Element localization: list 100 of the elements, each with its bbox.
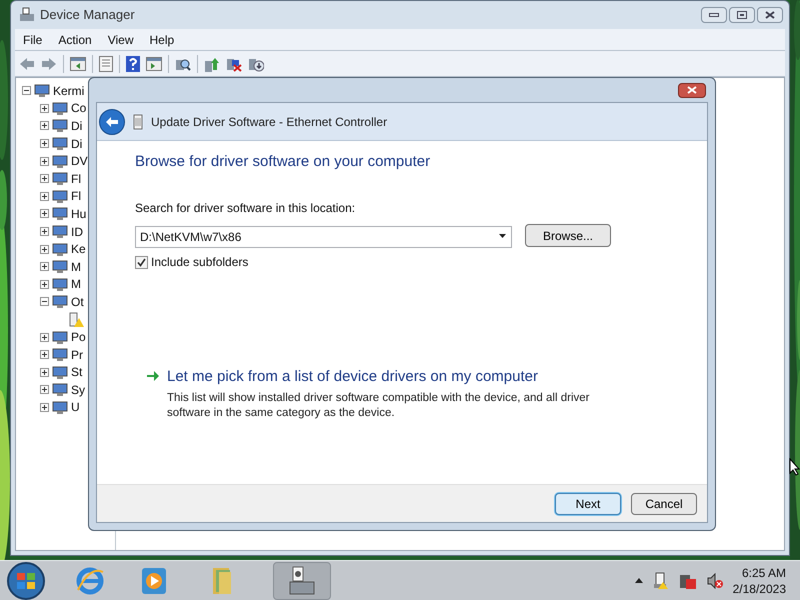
checkbox[interactable] [135,256,148,268]
update-icon[interactable] [204,56,220,72]
expand-icon[interactable] [40,350,49,360]
expand-icon[interactable] [40,104,49,113]
minimize-button[interactable] [701,7,727,23]
expand-icon[interactable] [40,244,49,254]
speaker-muted-icon[interactable] [706,572,723,588]
clock-time[interactable]: 6:25 AM [742,564,786,580]
tree-item[interactable]: U [71,398,80,416]
tree-item[interactable]: St [71,363,82,382]
show-hidden-icon[interactable] [634,578,643,583]
device-icon [52,188,68,204]
device-icon [52,294,68,310]
browse-button[interactable]: Browse... [525,224,611,247]
menu-item[interactable]: Help [142,30,182,48]
tree-item[interactable]: M [71,275,81,294]
dialog-button[interactable]: Next [555,492,621,514]
back-icon [105,116,119,128]
pane-icon[interactable] [146,56,162,70]
properties-icon[interactable] [99,56,113,72]
expand-icon[interactable] [40,156,49,166]
expand-icon[interactable] [40,332,49,342]
expand-icon[interactable] [40,209,49,218]
pick-driver-link[interactable]: Let me pick from a list of device drivers on my computer [167,366,617,388]
expand-icon[interactable] [40,174,49,184]
location-label: Search for driver software in this location: [135,200,356,217]
back-icon[interactable] [19,56,35,70]
media-player-icon[interactable] [141,566,167,594]
help-icon[interactable] [126,56,140,72]
tree-item[interactable]: Pr [71,346,83,364]
device-icon [52,259,68,274]
device-icon [52,242,68,257]
close-button[interactable] [678,82,706,98]
maximize-button[interactable] [729,7,755,23]
tree-item[interactable]: Sy [71,380,86,399]
device-icon [52,330,68,345]
device-icon [52,364,68,380]
device-icon [52,382,68,398]
expand-icon[interactable] [40,385,49,394]
device-icon [133,114,143,130]
close-button[interactable] [757,7,783,23]
tree-item[interactable]: Po [71,328,86,346]
close-icon [687,86,697,94]
expand-icon[interactable] [40,262,49,272]
computer-icon [19,7,35,23]
expand-icon[interactable] [40,368,49,377]
windows-logo [16,572,36,590]
collapse-icon[interactable] [40,297,49,306]
device-icon [52,100,68,116]
menu-item[interactable]: Action [50,30,100,48]
window-title: Device Manager [40,6,135,24]
expand-icon[interactable] [40,402,49,412]
expand-icon[interactable] [40,192,49,201]
pane-icon[interactable] [70,56,86,70]
expand-icon[interactable] [40,280,49,289]
expand-icon[interactable] [40,139,49,148]
tree-item[interactable]: Kermi [53,82,84,100]
arrow-icon [147,370,159,382]
computer-icon [34,83,50,98]
computer-icon [289,566,315,596]
link-description: This list will show installed driver software compatible with the device, and all driver software in the same category as the device. [167,390,590,420]
tree-item[interactable]: DV [71,152,88,170]
tree-item[interactable]: M [71,258,81,276]
start-button[interactable] [7,562,45,600]
tree-item[interactable]: Hu [71,204,86,223]
dialog-heading: Browse for driver software on your computer [135,152,432,172]
forward-icon[interactable] [41,56,57,70]
tree-item[interactable]: Fl [71,187,81,206]
back-button[interactable] [99,108,125,134]
menu-item[interactable]: File [15,30,50,48]
dialog-title: Update Driver Software - Ethernet Controller [151,114,388,130]
device-icon [52,206,68,222]
device-icon [52,154,68,169]
device-icon [52,400,68,415]
dialog-button[interactable]: Cancel [631,492,697,514]
expand-icon[interactable] [40,121,49,130]
checkbox-label: Include subfolders [151,254,248,271]
expand-icon[interactable] [40,227,49,236]
menu-item[interactable]: View [100,30,142,48]
tree-item[interactable]: Di [71,116,82,135]
location-combobox[interactable]: D:\NetKVM\w7\x86 [135,226,512,248]
tree-item[interactable]: Fl [71,170,81,188]
device-icon [52,276,68,292]
collapse-icon[interactable] [22,86,31,96]
tree-item[interactable]: Ot [71,292,84,311]
tree-item[interactable]: ID [71,222,83,241]
close-icon [765,11,775,19]
tree-item[interactable]: Di [71,134,82,153]
device-icon [52,171,68,186]
tree-item[interactable]: Co [71,99,86,118]
dropdown-icon[interactable] [499,234,506,238]
cursor-icon [789,458,800,476]
taskbar-app-button[interactable] [273,562,331,600]
tree-item[interactable]: Ke [71,240,86,258]
network-warning-icon[interactable] [652,572,669,590]
maximize-icon [737,11,747,19]
device-icon [52,224,68,240]
device-icon [52,136,68,152]
device-icon [52,118,68,134]
clock-date[interactable]: 2/18/2023 [732,580,786,596]
